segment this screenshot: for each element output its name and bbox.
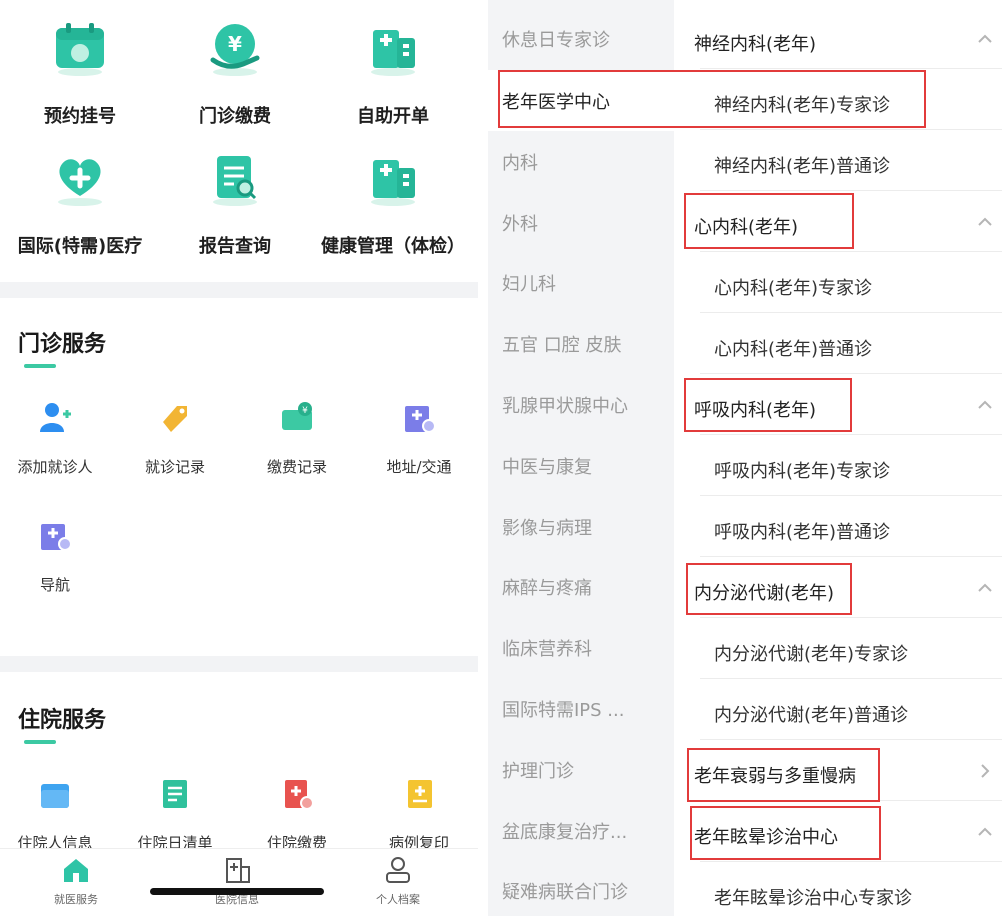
clinic-row[interactable]: 心内科(老年)专家诊	[674, 252, 1002, 313]
tile-label: 国际(特需)医疗	[17, 236, 143, 257]
yuan-payment-icon: ¥	[210, 24, 260, 76]
clinic-row[interactable]: 呼吸内科(老年)普通诊	[674, 496, 1002, 557]
building-icon	[371, 30, 415, 76]
category-item[interactable]: 临床营养科	[502, 635, 672, 661]
department-row[interactable]: 神经内科(老年)	[674, 8, 1002, 69]
hospital-location-icon	[405, 406, 436, 433]
clinic-label: 呼吸内科(老年)普通诊	[714, 522, 891, 543]
category-sidebar: 休息日专家诊 老年医学中心 内科 外科 妇儿科 五官 口腔 皮肤 乳腺甲状腺中心…	[488, 0, 674, 916]
clinic-label: 心内科(老年)专家诊	[714, 278, 873, 299]
user-profile-icon	[386, 857, 410, 883]
clinic-row[interactable]: 神经内科(老年)普通诊	[674, 130, 1002, 191]
tile-label: 健康管理（体检）	[321, 236, 465, 257]
clinic-label: 心内科(老年)普通诊	[714, 339, 873, 360]
home-icon	[64, 859, 88, 882]
service-label: 导航	[39, 576, 70, 594]
clinic-label: 神经内科(老年)普通诊	[714, 156, 891, 177]
department-label: 神经内科(老年)	[694, 34, 817, 55]
service-label: 添加就诊人	[17, 458, 93, 476]
svg-text:¥: ¥	[302, 406, 308, 416]
right-panel: 休息日专家诊 老年医学中心 内科 外科 妇儿科 五官 口腔 皮肤 乳腺甲状腺中心…	[488, 0, 1002, 916]
tile-appointment[interactable]: 预约挂号	[0, 0, 160, 127]
tab-personal-profile[interactable]: 个人档案	[338, 855, 458, 907]
clinic-label: 内分泌代谢(老年)普通诊	[714, 705, 909, 726]
tile-label: 报告查询	[199, 236, 271, 257]
category-item[interactable]: 影像与病理	[502, 514, 672, 540]
bottom-tab-bar: 就医服务 医院信息 个人档案	[0, 848, 478, 916]
service-label: 地址/交通	[386, 458, 452, 476]
section-underline	[24, 364, 56, 368]
tab-label: 就医服务	[54, 893, 98, 906]
chevron-up-icon	[978, 217, 992, 226]
section-divider	[0, 282, 478, 298]
inpatient-section-title: 住院服务	[18, 708, 107, 733]
svg-text:¥: ¥	[228, 32, 242, 56]
chevron-up-icon	[978, 583, 992, 592]
category-item[interactable]: 疑难病联合门诊	[502, 878, 672, 904]
tile-label: 门诊缴费	[199, 106, 271, 127]
tile-label: 预约挂号	[44, 106, 116, 127]
tile-international-medical[interactable]: 国际(特需)医疗	[0, 130, 160, 257]
quick-service-grid: 预约挂号 ¥ 门诊缴费 自助开单 国际(特需)医疗 报告查询 健康管理（体检）	[0, 0, 478, 282]
category-item[interactable]: 外科	[502, 210, 672, 236]
chevron-up-icon	[978, 400, 992, 409]
folder-icon	[41, 784, 69, 808]
chevron-up-icon	[978, 827, 992, 836]
category-item[interactable]: 护理门诊	[502, 757, 672, 783]
home-indicator	[150, 888, 324, 895]
category-item[interactable]: 妇儿科	[502, 270, 672, 296]
clinic-row[interactable]: 心内科(老年)普通诊	[674, 313, 1002, 374]
tile-health-management[interactable]: 健康管理（体检）	[313, 130, 473, 257]
highlight-box	[498, 70, 926, 128]
category-item[interactable]: 盆底康复治疗...	[502, 818, 672, 844]
heart-cross-icon	[58, 159, 102, 206]
highlight-box	[686, 563, 852, 615]
section-underline	[24, 740, 56, 744]
report-search-icon	[213, 156, 257, 206]
tile-report-query[interactable]: 报告查询	[155, 130, 315, 257]
highlight-box	[684, 378, 852, 432]
tile-label: 自助开单	[357, 106, 429, 127]
category-item[interactable]: 国际特需IPS ...	[502, 696, 672, 722]
hospital-navigation-icon	[41, 524, 72, 551]
highlight-box	[690, 806, 881, 860]
tile-self-order[interactable]: 自助开单	[313, 0, 473, 127]
clinic-label: 老年眩晕诊治中心专家诊	[714, 888, 912, 909]
clinic-row[interactable]: 内分泌代谢(老年)普通诊	[674, 679, 1002, 740]
section-divider	[0, 656, 478, 672]
hospital-icon	[226, 858, 250, 883]
category-item[interactable]: 休息日专家诊	[502, 26, 672, 52]
outpatient-section-title: 门诊服务	[18, 332, 107, 357]
service-label: 就诊记录	[144, 458, 205, 476]
clinic-row[interactable]: 老年眩晕诊治中心专家诊	[674, 862, 1002, 916]
category-item[interactable]: 五官 口腔 皮肤	[502, 331, 672, 357]
chevron-right-icon	[981, 764, 990, 778]
category-item[interactable]: 麻醉与疼痛	[502, 574, 672, 600]
clinic-row[interactable]: 呼吸内科(老年)专家诊	[674, 435, 1002, 496]
tag-icon	[163, 406, 187, 432]
document-copy-icon	[408, 780, 432, 808]
payment-card-icon: ¥	[282, 402, 312, 430]
list-icon	[163, 780, 187, 808]
service-label: 缴费记录	[266, 458, 327, 476]
clinic-label: 内分泌代谢(老年)专家诊	[714, 644, 909, 665]
clinic-row[interactable]: 内分泌代谢(老年)专家诊	[674, 618, 1002, 679]
building-icon	[371, 160, 415, 206]
add-user-icon	[40, 403, 71, 432]
highlight-box	[684, 193, 854, 249]
chevron-up-icon	[978, 34, 992, 43]
category-item[interactable]: 内科	[502, 149, 672, 175]
category-item[interactable]: 乳腺甲状腺中心	[502, 392, 672, 418]
clinic-label: 呼吸内科(老年)专家诊	[714, 461, 891, 482]
tab-label: 个人档案	[376, 893, 420, 906]
tile-outpatient-payment[interactable]: ¥ 门诊缴费	[155, 0, 315, 127]
calendar-icon	[56, 23, 104, 76]
left-panel: 预约挂号 ¥ 门诊缴费 自助开单 国际(特需)医疗 报告查询 健康管理（体检） …	[0, 0, 478, 916]
category-item[interactable]: 中医与康复	[502, 453, 672, 479]
highlight-box	[687, 748, 880, 802]
tab-medical-service[interactable]: 就医服务	[16, 855, 136, 907]
medical-payment-icon	[285, 780, 314, 810]
tab-hospital-info[interactable]: 医院信息	[177, 855, 297, 907]
